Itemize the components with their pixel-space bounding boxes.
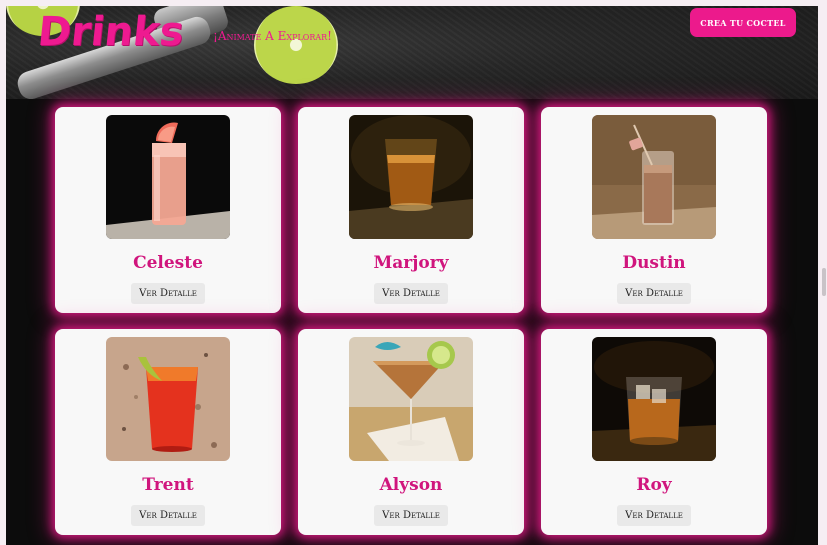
view-detail-button[interactable]: Ver Detalle [131,283,205,304]
pink-highball-image [106,115,230,239]
drink-photo[interactable] [349,115,473,239]
view-detail-button[interactable]: Ver Detalle [374,283,448,304]
drink-name: Celeste [133,253,203,273]
view-detail-button[interactable]: Ver Detalle [617,505,691,526]
drink-name: Roy [636,475,672,495]
creamy-shot-image [592,115,716,239]
scrollbar-thumb[interactable] [822,268,826,296]
lime-slice-image [254,6,338,84]
drink-photo[interactable] [592,337,716,461]
drink-name: Marjory [373,253,449,273]
drink-card: Roy Ver Detalle [541,329,767,535]
view-detail-button[interactable]: Ver Detalle [617,283,691,304]
view-detail-button[interactable]: Ver Detalle [131,505,205,526]
drink-photo[interactable] [106,115,230,239]
header-banner: Drinks ¡Animate A Explorar! CREA TU COCT… [6,6,818,99]
drink-photo[interactable] [592,115,716,239]
site-logo[interactable]: Drinks [36,9,186,55]
martini-image [349,337,473,461]
drink-card: Trent Ver Detalle [55,329,281,535]
whiskey-rocks-image [592,337,716,461]
drink-name: Dustin [622,253,686,273]
drink-photo[interactable] [349,337,473,461]
page-viewport: Drinks ¡Animate A Explorar! CREA TU COCT… [6,6,818,545]
red-cocktail-image [106,337,230,461]
drink-name: Trent [142,475,194,495]
drink-card: Celeste Ver Detalle [55,107,281,313]
drink-photo[interactable] [106,337,230,461]
drink-name: Alyson [379,475,443,495]
view-detail-button[interactable]: Ver Detalle [374,505,448,526]
site-tagline: ¡Animate A Explorar! [213,29,333,43]
drink-card: Alyson Ver Detalle [298,329,524,535]
drink-card: Dustin Ver Detalle [541,107,767,313]
drink-card: Marjory Ver Detalle [298,107,524,313]
create-cocktail-button[interactable]: CREA TU COCTEL [690,8,796,37]
amber-shot-image [349,115,473,239]
